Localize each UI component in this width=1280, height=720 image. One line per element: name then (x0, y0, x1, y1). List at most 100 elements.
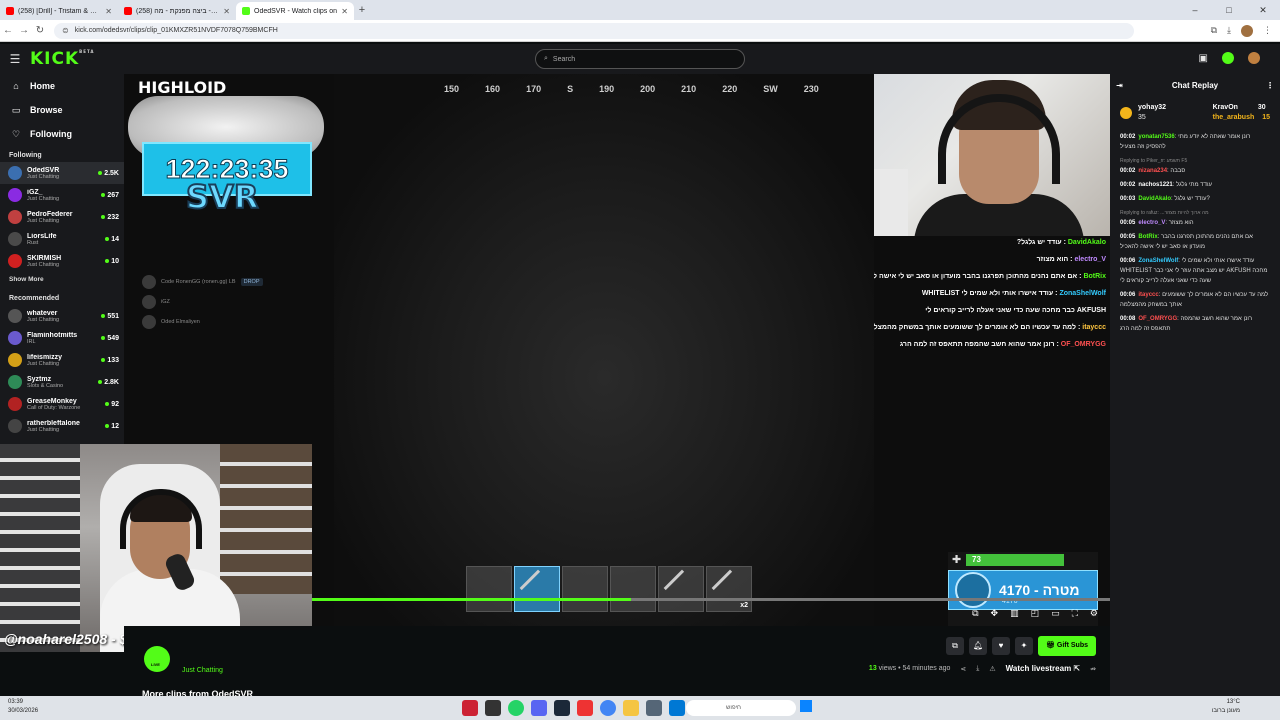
weather-widget[interactable]: 13°C מעונן ברובו (1212, 698, 1240, 716)
gifter-name[interactable]: yohay32 (1138, 103, 1166, 113)
chat-username[interactable]: DavidAkalo (1138, 196, 1171, 202)
close-tab-icon[interactable]: ✕ (105, 7, 112, 16)
windows-start-icon[interactable] (800, 700, 812, 712)
compass-mark: 200 (640, 84, 656, 94)
hotbar-slot: x2 (706, 566, 752, 612)
chrome-icon[interactable] (600, 700, 616, 716)
sidebar-channel[interactable]: GreaseMonkey Call of Duty: Warzone 92 (0, 393, 124, 415)
gifter-name[interactable]: KravOn (1213, 104, 1238, 111)
kick-coin-icon[interactable] (1222, 52, 1234, 64)
channel-info: PedroFederer Just Chatting (27, 211, 96, 224)
terminal-icon[interactable] (485, 700, 501, 716)
browser-tab-3[interactable]: OdedSVR - Watch clips on ✕ (236, 2, 354, 20)
minimize-button[interactable]: – (1178, 0, 1212, 20)
chat-username[interactable]: electro_V (1138, 220, 1165, 226)
stats-icon[interactable]: ▥ (1010, 608, 1019, 619)
overlay-chat-message: electro_V : הוא מצוזר (1036, 256, 1106, 263)
viewer-count: 551 (101, 313, 119, 320)
sidebar-channel[interactable]: PedroFederer Just Chatting 232 (0, 206, 124, 228)
collapse-chat-icon[interactable]: ⇥ (1116, 81, 1123, 90)
cast-icon[interactable]: ▣ (1199, 53, 1208, 64)
sidebar-channel[interactable]: LiorsLife Rust 14 (0, 228, 124, 250)
steam-icon[interactable] (554, 700, 570, 716)
chat-username[interactable]: nizana234 (1138, 168, 1167, 174)
sidebar-channel[interactable]: Syztmz Slots & Casino 2.8K (0, 371, 124, 393)
app-icon[interactable] (646, 700, 662, 716)
pin-icon[interactable]: ✦ (1015, 637, 1034, 655)
sidebar-channel[interactable]: iGZ_ Just Chatting 267 (0, 184, 124, 206)
theater-icon[interactable]: ▭ (1051, 608, 1060, 619)
notification-bell-icon[interactable]: 🔔︎ (969, 637, 988, 655)
channel-name: SKIRMISH (27, 254, 62, 262)
search-input[interactable]: ⌕ Search (535, 49, 745, 69)
channel-avatar[interactable] (144, 646, 170, 672)
chat-username[interactable]: itayccc (1138, 292, 1158, 298)
chat-reply-preview[interactable]: Replying to Piker_rr: תשמע F5 (1120, 156, 1270, 166)
url-field[interactable]: ⊜ kick.com/odedsvr/clips/clip_01KMXZR51N… (54, 22, 1134, 39)
sidebar-channel[interactable]: lifeismizzy Just Chatting 133 (0, 349, 124, 371)
fullscreen-icon[interactable]: ⛶ (1072, 608, 1078, 619)
gift-subs-button[interactable]: 🎁︎ Gift Subs (1038, 636, 1096, 656)
taskbar-search[interactable]: חיפוש (686, 700, 796, 716)
views-count: 13 views • 54 minutes ago (869, 665, 950, 672)
menu-icon[interactable]: ⋮ (1263, 25, 1272, 36)
headset-app-icon[interactable] (577, 700, 593, 716)
close-tab-icon[interactable]: ✕ (223, 7, 230, 16)
nav-following[interactable]: ♡ Following (0, 122, 124, 146)
sidebar-channel[interactable]: whatever Just Chatting 551 (0, 305, 124, 327)
site-info-icon[interactable]: ⊜ (62, 26, 69, 35)
back-icon[interactable]: ← (0, 25, 16, 36)
category-link[interactable]: Just Chatting (182, 667, 223, 674)
move-icon[interactable]: ✥ (991, 608, 999, 619)
watch-livestream-button[interactable]: Watch livestream ⇱ (1006, 664, 1080, 673)
app-icon[interactable] (462, 700, 478, 716)
kick-logo[interactable]: KICKBETA (30, 49, 94, 69)
overlay-chat-message: itayccc : למה עד עכשיו הם לא אומרים לך ש… (874, 319, 1110, 336)
hide-chat-icon[interactable]: ⇏ (1090, 665, 1096, 673)
sidebar-channel[interactable]: Flaminhotmitts IRL 549 (0, 327, 124, 349)
vscode-icon[interactable] (669, 700, 685, 716)
sidebar-channel[interactable]: ratherbleftalone Just Chatting 12 (0, 415, 124, 437)
folder-icon[interactable] (623, 700, 639, 716)
chat-reply-preview[interactable]: Replying to rafuz: ...מה ארוך להיות מצוז… (1120, 208, 1270, 218)
reload-icon[interactable]: ↻ (32, 25, 48, 36)
taskbar-clock[interactable]: 03:39 30/03/2026 (8, 698, 38, 716)
gifter-name[interactable]: the_arabush (1213, 114, 1255, 121)
follow-heart-icon[interactable]: ♥ (992, 637, 1011, 655)
maximize-button[interactable]: □ (1212, 0, 1246, 20)
show-more-link[interactable]: Show More (0, 272, 124, 289)
gifter-count: 35 (1138, 114, 1146, 121)
forward-icon[interactable]: → (16, 25, 32, 36)
user-avatar[interactable] (1248, 52, 1260, 64)
settings-icon[interactable]: ⚙ (1090, 608, 1098, 619)
whatsapp-icon[interactable] (508, 700, 524, 716)
sidebar-channel[interactable]: OdedSVR Just Chatting 2.5K (0, 162, 124, 184)
chat-username[interactable]: ZonaShelWolf (1138, 258, 1178, 264)
nav-home[interactable]: ⌂ Home (0, 74, 124, 98)
report-icon[interactable]: ⚠ (989, 665, 995, 673)
hamburger-menu-icon[interactable]: ☰ (0, 52, 30, 66)
clip-icon[interactable]: ⧉ (972, 608, 978, 619)
close-tab-icon[interactable]: ✕ (341, 7, 348, 16)
download-icon[interactable]: ⤓ (1227, 25, 1231, 36)
chat-username[interactable]: nachos1221 (1138, 182, 1172, 188)
pip-icon[interactable]: ◰ (1031, 608, 1040, 619)
download-icon[interactable]: ⤓ (976, 665, 979, 673)
video-progress-bar[interactable] (312, 598, 1110, 601)
clip-button[interactable]: ⧉ (946, 637, 965, 655)
chat-username[interactable]: yonatan7536 (1138, 134, 1174, 140)
close-window-button[interactable]: ✕ (1246, 0, 1280, 20)
extension-icon[interactable]: ⧉ (1211, 25, 1217, 36)
sidebar-channel[interactable]: SKIRMISH Just Chatting 10 (0, 250, 124, 272)
chat-menu-icon[interactable]: ⋮ (1266, 81, 1274, 90)
discord-icon[interactable] (531, 700, 547, 716)
browser-tab-1[interactable]: (258) [Drill] - Tristam & Braken ✕ (0, 2, 118, 20)
profile-avatar[interactable] (1241, 24, 1253, 37)
browser-tab-2[interactable]: (258) אוכל חשוב - ביצה מפנקת - מה ✕ (118, 2, 236, 20)
nav-browse[interactable]: ▭ Browse (0, 98, 124, 122)
chat-username[interactable]: BotRix (1138, 234, 1157, 240)
new-tab-button[interactable]: + (354, 4, 370, 16)
share-icon[interactable]: ⋖ (960, 665, 966, 673)
channel-info: GreaseMonkey Call of Duty: Warzone (27, 398, 100, 411)
chat-username[interactable]: OF_OMRYGG (1138, 316, 1177, 322)
